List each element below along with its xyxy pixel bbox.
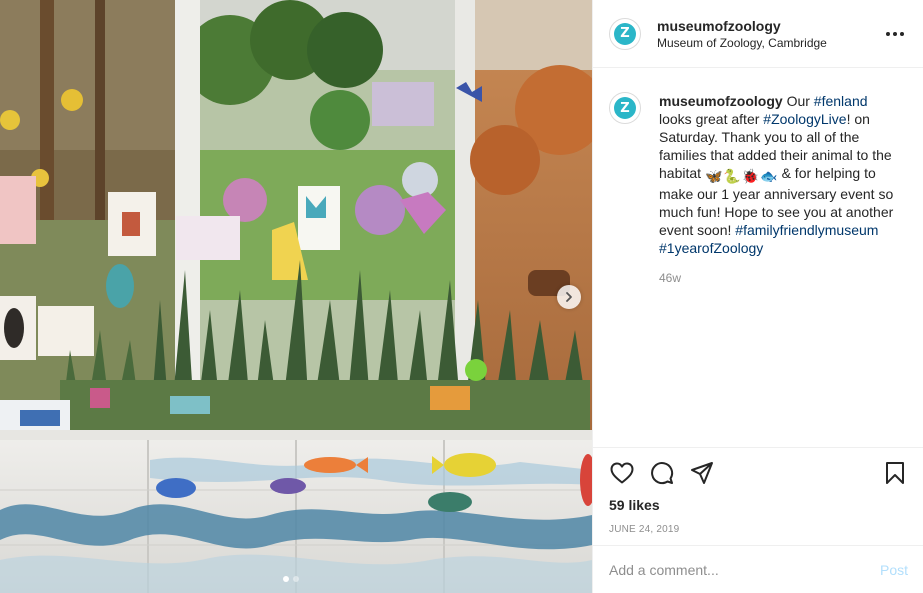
post-comment-button[interactable]: Post (880, 562, 908, 578)
save-button[interactable] (882, 460, 908, 486)
caption-section: Z museumofzoology Our #fenland looks gre… (593, 68, 923, 257)
carousel-dot-active (283, 576, 289, 582)
header-location[interactable]: Museum of Zoology, Cambridge (657, 35, 883, 51)
share-button[interactable] (689, 460, 715, 486)
fish-emoji: 🐟 (760, 169, 778, 185)
comment-input[interactable] (609, 561, 880, 578)
action-bar (609, 458, 908, 488)
carousel-dot (293, 576, 299, 582)
snake-emoji: 🐍 (723, 169, 741, 185)
post-header: Z museumofzoology Museum of Zoology, Cam… (593, 0, 923, 68)
post-header-text: museumofzoology Museum of Zoology, Cambr… (657, 17, 883, 51)
more-options-button[interactable] (883, 22, 907, 46)
post-photo[interactable] (0, 0, 592, 593)
caption-avatar[interactable]: Z (609, 92, 641, 124)
like-button[interactable] (609, 460, 635, 486)
speech-bubble-icon (651, 462, 674, 485)
ladybug-emoji: 🐞 (741, 169, 760, 185)
fenland-display-photo (0, 0, 592, 593)
caption-fragment: Our (786, 93, 814, 109)
post-sidebar: Z museumofzoology Museum of Zoology, Cam… (592, 0, 923, 593)
carousel-indicator (283, 576, 299, 582)
instagram-post: Z museumofzoology Museum of Zoology, Cam… (0, 0, 923, 593)
post-age[interactable]: 46w (659, 271, 923, 285)
emoji-group: 🦋 🐍 🐞 🐟 (705, 169, 778, 185)
bookmark-icon (886, 462, 904, 484)
like-count[interactable]: 59 likes (609, 497, 908, 513)
header-username[interactable]: museumofzoology (657, 17, 883, 35)
museum-logo-icon: Z (614, 22, 636, 45)
comment-box: Post (593, 545, 923, 593)
action-section: 59 likes June 24, 2019 (593, 447, 923, 545)
caption-text: museumofzoology Our #fenland looks great… (659, 92, 904, 257)
comment-button[interactable] (649, 460, 675, 486)
post-date[interactable]: June 24, 2019 (609, 524, 908, 535)
hashtag-familyfriendlymuseum[interactable]: #familyfriendlymuseum (735, 222, 878, 238)
chevron-right-icon (566, 292, 572, 302)
caption-username[interactable]: museumofzoology (659, 93, 783, 109)
hashtag-zoologylive[interactable]: #ZoologyLive (763, 111, 846, 127)
heart-icon (610, 462, 634, 484)
more-horizontal-icon (886, 31, 904, 36)
caption-fragment: looks great after (659, 111, 764, 127)
butterfly-emoji: 🦋 (704, 169, 723, 185)
avatar[interactable]: Z (609, 17, 641, 50)
paper-plane-icon (691, 462, 713, 484)
museum-logo-icon: Z (614, 97, 636, 119)
hashtag-1yearofzoology[interactable]: #1yearofZoology (659, 240, 763, 256)
hashtag-fenland[interactable]: #fenland (814, 93, 868, 109)
carousel-next-button[interactable] (557, 285, 581, 309)
